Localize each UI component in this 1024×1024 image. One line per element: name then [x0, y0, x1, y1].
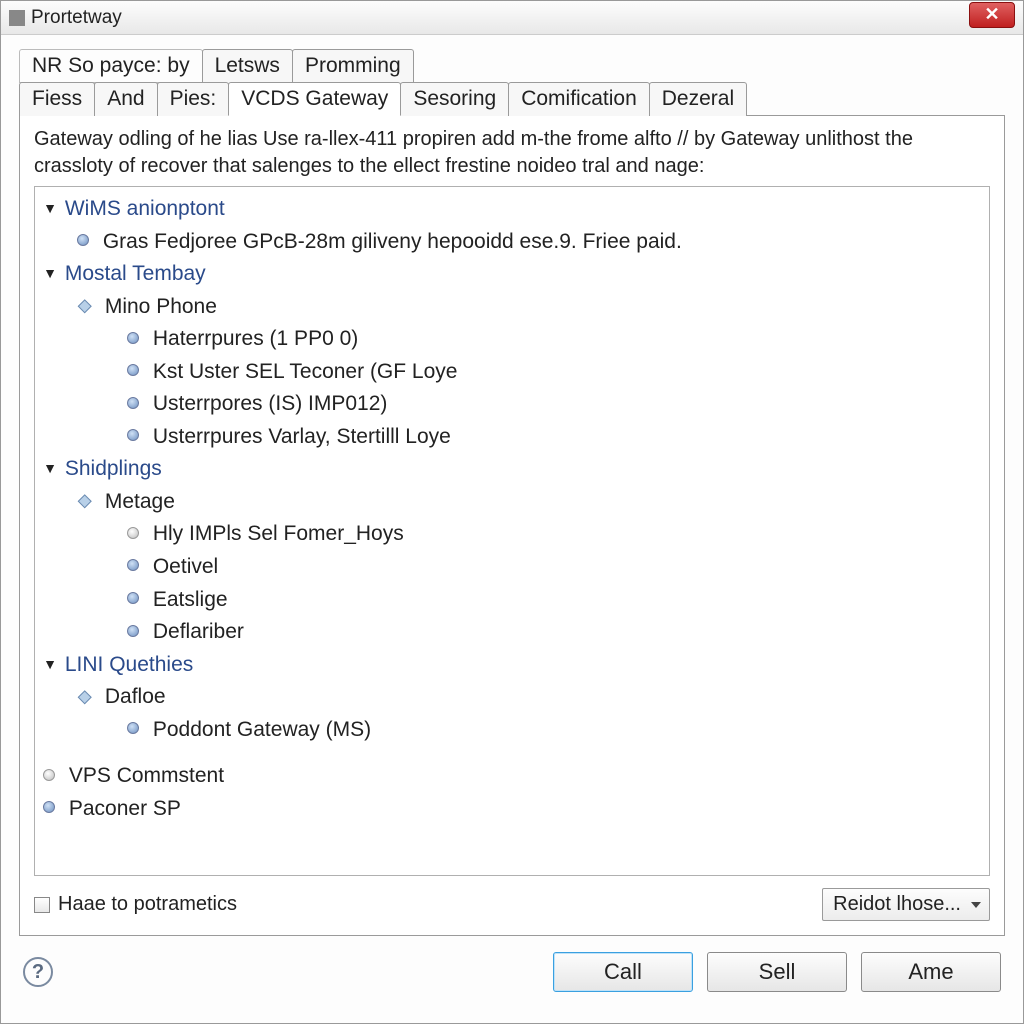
- chevron-down-icon: ▼: [43, 654, 57, 676]
- diamond-icon: [78, 299, 92, 313]
- dialog-window: Prortetway ✕ NR So payce: by Letsws Prom…: [0, 0, 1024, 1024]
- tree-group-wims[interactable]: ▼ WiMS anionptont: [43, 193, 981, 226]
- sell-button[interactable]: Sell: [707, 952, 847, 992]
- tree-item-label: VPS Commstent: [69, 764, 224, 787]
- help-icon[interactable]: ?: [23, 957, 53, 987]
- tree-group-lini[interactable]: ▼ LINI Quethies: [43, 649, 981, 682]
- tab-promming[interactable]: Promming: [292, 49, 414, 83]
- tree-subgroup[interactable]: Mino Phone: [77, 291, 981, 324]
- bullet-icon: [127, 397, 139, 409]
- combo-reidot[interactable]: Reidot lhose...: [822, 888, 990, 921]
- tree-item-label: Poddont Gateway (MS): [153, 718, 371, 741]
- checkbox-haae[interactable]: [34, 897, 50, 913]
- tab-letsws[interactable]: Letsws: [202, 49, 293, 83]
- tab-pies[interactable]: Pies:: [157, 82, 230, 116]
- bullet-icon: [127, 364, 139, 376]
- bullet-icon: [127, 592, 139, 604]
- tab-vcds-gateway[interactable]: VCDS Gateway: [228, 82, 401, 116]
- bullet-icon: [127, 332, 139, 344]
- tree-item-label: Deflariber: [153, 620, 244, 643]
- tree-group-label: Shidplings: [65, 457, 162, 480]
- tree-item[interactable]: Paconer SP: [43, 793, 981, 826]
- ame-button[interactable]: Ame: [861, 952, 1001, 992]
- tree-item-label: Oetivel: [153, 555, 218, 578]
- app-icon: [9, 10, 25, 26]
- tab-comification[interactable]: Comification: [508, 82, 650, 116]
- tree-subgroup-label: Mino Phone: [105, 295, 217, 318]
- chevron-down-icon: ▼: [43, 458, 57, 480]
- tree-item[interactable]: Usterrpores (IS) IMP012): [127, 388, 981, 421]
- dialog-button-row: ? Call Sell Ame: [19, 952, 1005, 992]
- bullet-icon: [127, 429, 139, 441]
- tree-item[interactable]: Hly IMPls Sel Fomer_Hoys: [127, 518, 981, 551]
- titlebar: Prortetway ✕: [1, 1, 1023, 35]
- tab-and[interactable]: And: [94, 82, 157, 116]
- bullet-icon: [77, 234, 89, 246]
- tree-subgroup-label: Metage: [105, 490, 175, 513]
- tree-subgroup[interactable]: Dafloe: [77, 681, 981, 714]
- tree-item[interactable]: Oetivel: [127, 551, 981, 584]
- tree-item[interactable]: Gras Fedjoree GPcB-28m giliveny hepooidd…: [77, 226, 981, 259]
- tab-dezeral[interactable]: Dezeral: [649, 82, 747, 116]
- tree-item-label: Haterrpures (1 PP0 0): [153, 327, 358, 350]
- tree-subgroup[interactable]: Metage: [77, 486, 981, 519]
- tree-group-label: WiMS anionptont: [65, 197, 225, 220]
- tab-nr-so-payce[interactable]: NR So payce: by: [19, 49, 203, 83]
- tree-item-label: Usterrpores (IS) IMP012): [153, 392, 388, 415]
- tree-group-label: Mostal Tembay: [65, 262, 206, 285]
- diamond-icon: [78, 495, 92, 509]
- diamond-icon: [78, 690, 92, 704]
- tree-item[interactable]: Kst Uster SEL Teconer (GF Loye: [127, 356, 981, 389]
- tree-item-label: Usterrpures Varlay, Stertilll Loye: [153, 425, 451, 448]
- tree-item-label: Eatslige: [153, 588, 228, 611]
- tree-item[interactable]: Eatslige: [127, 584, 981, 617]
- bullet-icon: [43, 769, 55, 781]
- tree-group-mostal[interactable]: ▼ Mostal Tembay: [43, 258, 981, 291]
- tree-subgroup-label: Dafloe: [105, 685, 166, 708]
- bullet-icon: [127, 625, 139, 637]
- tree-group-shidplings[interactable]: ▼ Shidplings: [43, 453, 981, 486]
- tree-item-label: Hly IMPls Sel Fomer_Hoys: [153, 522, 404, 545]
- window-title: Prortetway: [31, 7, 969, 29]
- tree-item[interactable]: Deflariber: [127, 616, 981, 649]
- tree-item[interactable]: Poddont Gateway (MS): [127, 714, 981, 747]
- tab-row-2: Fiess And Pies: VCDS Gateway Sesoring Co…: [19, 82, 1005, 116]
- bullet-icon: [127, 527, 139, 539]
- tab-fiess[interactable]: Fiess: [19, 82, 95, 116]
- checkbox-label: Haae to potrametics: [58, 893, 237, 916]
- tab-sesoring[interactable]: Sesoring: [400, 82, 509, 116]
- tree-item-label: Gras Fedjoree GPcB-28m giliveny hepooidd…: [103, 230, 682, 253]
- chevron-down-icon: ▼: [43, 263, 57, 285]
- bullet-icon: [127, 722, 139, 734]
- close-icon: ✕: [984, 4, 999, 25]
- chevron-down-icon: ▼: [43, 198, 57, 220]
- tree-item[interactable]: Haterrpures (1 PP0 0): [127, 323, 981, 356]
- tree-item[interactable]: VPS Commstent: [43, 760, 981, 793]
- tree-item-label: Paconer SP: [69, 797, 181, 820]
- bullet-icon: [43, 801, 55, 813]
- content-area: NR So payce: by Letsws Promming Fiess An…: [1, 35, 1023, 1002]
- tree-view[interactable]: ▼ WiMS anionptont Gras Fedjoree GPcB-28m…: [34, 186, 990, 876]
- tree-group-label: LINI Quethies: [65, 653, 193, 676]
- panel-footer: Haae to potrametics Reidot lhose...: [34, 888, 990, 921]
- tab-panel: Gateway odling of he lias Use ra-llex-41…: [19, 115, 1005, 936]
- bullet-icon: [127, 559, 139, 571]
- close-button[interactable]: ✕: [969, 2, 1015, 28]
- call-button[interactable]: Call: [553, 952, 693, 992]
- tab-row-1: NR So payce: by Letsws Promming: [19, 49, 1005, 83]
- tree-item-label: Kst Uster SEL Teconer (GF Loye: [153, 360, 458, 383]
- panel-description: Gateway odling of he lias Use ra-llex-41…: [34, 126, 990, 180]
- combo-label: Reidot lhose...: [833, 893, 961, 915]
- tree-item[interactable]: Usterrpures Varlay, Stertilll Loye: [127, 421, 981, 454]
